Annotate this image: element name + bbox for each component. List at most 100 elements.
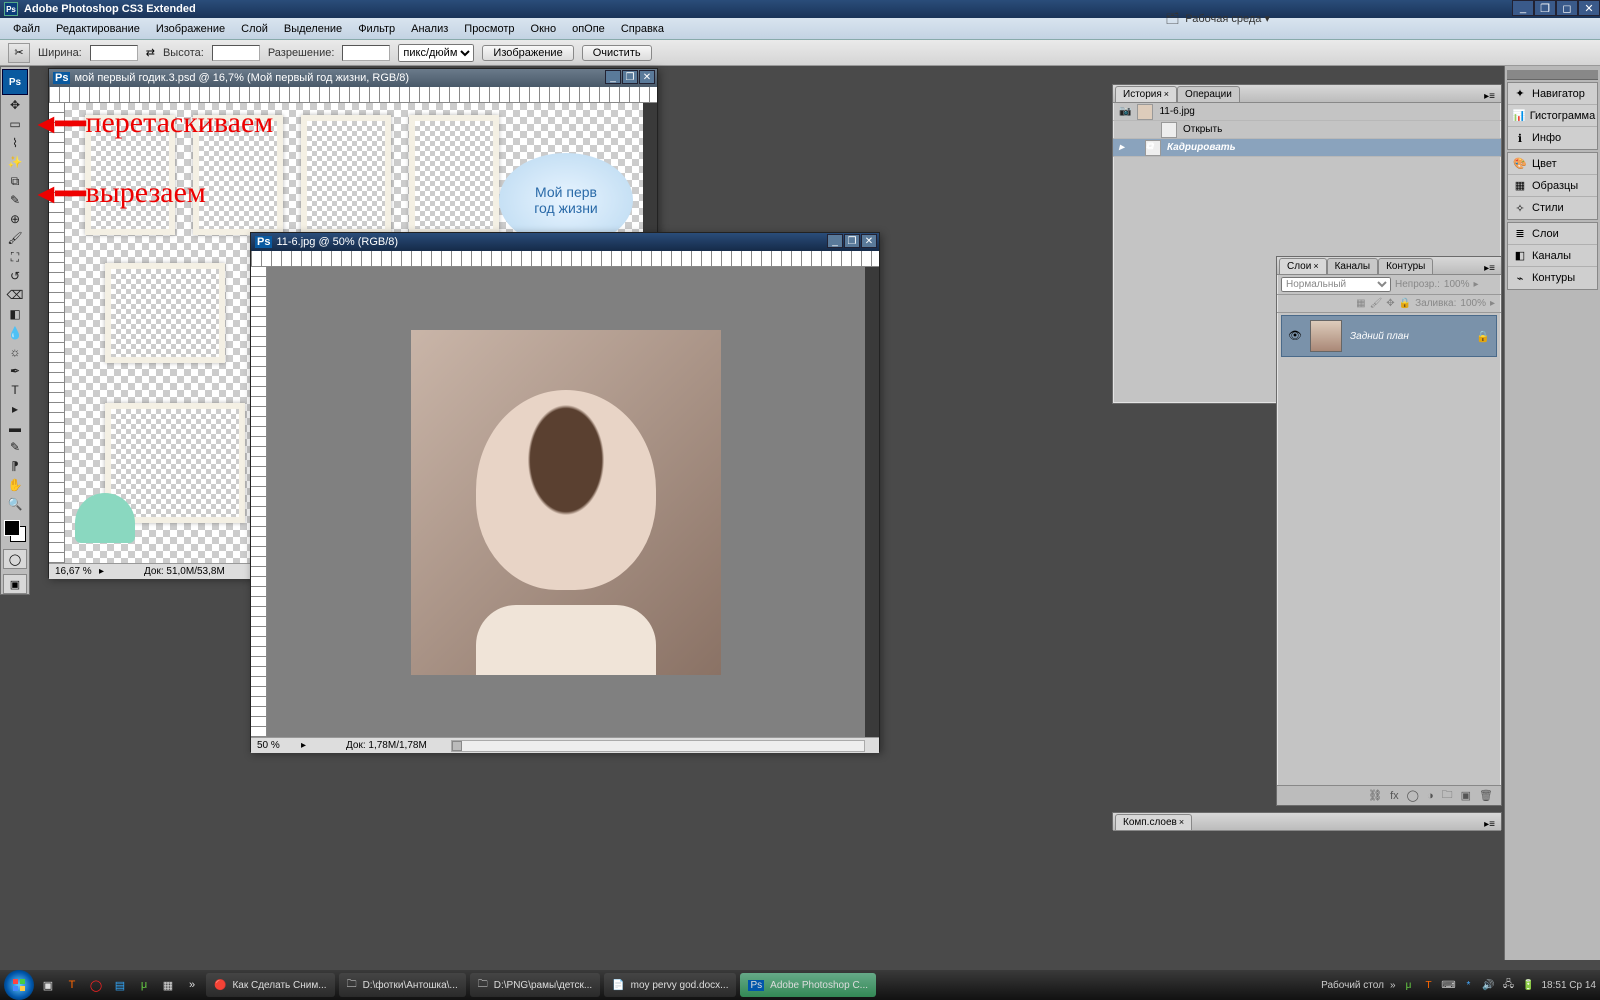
hand-tool[interactable]: ✋: [2, 476, 28, 494]
doc1-zoom[interactable]: 16,67 %: [55, 566, 99, 577]
dock-grip[interactable]: [1507, 70, 1598, 80]
swap-wh-icon[interactable]: ⇄: [146, 46, 155, 59]
layer-row-background[interactable]: 👁 Задний план 🔒: [1281, 315, 1497, 357]
zoom-tool[interactable]: 🔍: [2, 495, 28, 513]
show-desktop-button[interactable]: Рабочий стол: [1321, 980, 1384, 991]
tab-actions[interactable]: Операции: [1177, 86, 1240, 102]
marquee-tool[interactable]: ▭: [2, 115, 28, 133]
tab-layer-comps[interactable]: Комп.слоев×: [1115, 814, 1192, 830]
dodge-tool[interactable]: ☼: [2, 343, 28, 361]
lock-position-icon[interactable]: ✥: [1386, 298, 1394, 309]
resolution-input[interactable]: [342, 45, 390, 61]
path-select-tool[interactable]: ▸: [2, 400, 28, 418]
ql-icon[interactable]: T: [62, 975, 82, 995]
doc1-max-button[interactable]: ❐: [622, 70, 638, 84]
menu-onone[interactable]: опОпе: [565, 21, 612, 37]
doc1-titlebar[interactable]: Ps мой первый годик.3.psd @ 16,7% (Мой п…: [49, 69, 657, 87]
tray-battery-icon[interactable]: 🔋: [1522, 978, 1536, 992]
dock-channels[interactable]: ◧Каналы: [1508, 245, 1597, 267]
dock-styles[interactable]: ✧Стили: [1508, 197, 1597, 219]
healing-tool[interactable]: ⊕: [2, 210, 28, 228]
menu-help[interactable]: Справка: [614, 21, 671, 37]
task-item[interactable]: 📄moy pervy god.docx...: [604, 973, 736, 997]
layers-panel-menu[interactable]: ▸≡: [1480, 263, 1499, 274]
menu-analysis[interactable]: Анализ: [404, 21, 455, 37]
clear-button[interactable]: Очистить: [582, 45, 652, 61]
doc2-canvas[interactable]: [267, 267, 865, 737]
menu-image[interactable]: Изображение: [149, 21, 232, 37]
menu-view[interactable]: Просмотр: [457, 21, 521, 37]
tray-network-icon[interactable]: 🖧: [1502, 978, 1516, 992]
tab-layers[interactable]: Слои×: [1279, 258, 1327, 274]
ql-icon[interactable]: ▣: [38, 975, 58, 995]
tray-icon[interactable]: μ: [1402, 978, 1416, 992]
color-swatches[interactable]: [2, 518, 28, 544]
tab-history[interactable]: История×: [1115, 86, 1177, 102]
doc2-ruler-horizontal[interactable]: [251, 251, 879, 267]
layer-mask-icon[interactable]: ◯: [1407, 789, 1419, 802]
crop-tool[interactable]: ⧉: [2, 172, 28, 190]
tray-volume-icon[interactable]: 🔊: [1482, 978, 1496, 992]
doc1-info-icon[interactable]: ▸: [99, 566, 104, 577]
stamp-tool[interactable]: ⛶: [2, 248, 28, 266]
doc2-scrollbar-h[interactable]: [451, 740, 865, 752]
width-input[interactable]: [90, 45, 138, 61]
height-input[interactable]: [212, 45, 260, 61]
notes-tool[interactable]: ✎: [2, 438, 28, 456]
doc2-close-button[interactable]: ✕: [861, 234, 877, 248]
crop-tool-icon[interactable]: ✂: [8, 43, 30, 63]
dock-color[interactable]: 🎨Цвет: [1508, 153, 1597, 175]
document-window-2[interactable]: Ps 11-6.jpg @ 50% (RGB/8) _ ❐ ✕ 50 % ▸ Д…: [250, 232, 880, 752]
menu-select[interactable]: Выделение: [277, 21, 349, 37]
doc1-close-button[interactable]: ✕: [639, 70, 655, 84]
wand-tool[interactable]: ✨: [2, 153, 28, 171]
history-panel-menu[interactable]: ▸≡: [1480, 91, 1499, 102]
gradient-tool[interactable]: ◧: [2, 305, 28, 323]
dock-paths[interactable]: ⌁Контуры: [1508, 267, 1597, 289]
sys-max-button[interactable]: ◻: [1556, 0, 1578, 16]
tray-clock[interactable]: 18:51 Ср 14: [1542, 980, 1597, 991]
dock-info[interactable]: ℹИнфо: [1508, 127, 1597, 149]
history-source[interactable]: 📷 11-6.jpg: [1113, 103, 1501, 121]
doc2-zoom[interactable]: 50 %: [257, 740, 301, 751]
brush-tool[interactable]: 🖌: [2, 229, 28, 247]
lock-all-icon[interactable]: 🔒: [1399, 298, 1411, 309]
layer-thumbnail[interactable]: [1310, 320, 1342, 352]
link-layers-icon[interactable]: ⛓: [1368, 789, 1382, 802]
doc2-scroll-thumb[interactable]: [452, 741, 462, 751]
blend-mode-select[interactable]: Нормальный: [1281, 277, 1391, 292]
workspace-switcher[interactable]: Рабочая среда ▾: [1185, 12, 1270, 25]
type-tool[interactable]: T: [2, 381, 28, 399]
layer-name[interactable]: Задний план: [1350, 331, 1409, 342]
resolution-unit-select[interactable]: пикс/дюйм: [398, 44, 474, 62]
doc2-max-button[interactable]: ❐: [844, 234, 860, 248]
new-layer-icon[interactable]: ▣: [1461, 789, 1471, 802]
dock-navigator[interactable]: ✦Навигатор: [1508, 83, 1597, 105]
bridge-icon[interactable]: 🗂: [1165, 12, 1179, 25]
blur-tool[interactable]: 💧: [2, 324, 28, 342]
quickmask-toggle[interactable]: ◯: [3, 549, 27, 569]
shape-tool[interactable]: ▬: [2, 419, 28, 437]
history-step-open[interactable]: Открыть: [1113, 121, 1501, 139]
doc2-ruler-vertical[interactable]: [251, 267, 267, 737]
eyedropper-tool[interactable]: ⁋: [2, 457, 28, 475]
lock-pixels-icon[interactable]: 🖌: [1370, 298, 1383, 309]
menu-window[interactable]: Окно: [524, 21, 564, 37]
tray-bluetooth-icon[interactable]: *: [1462, 978, 1476, 992]
ql-expand-icon[interactable]: »: [182, 975, 202, 995]
history-step-crop[interactable]: ▸ ⧉ Кадрировать: [1113, 139, 1501, 157]
lock-transparency-icon[interactable]: ▦: [1356, 298, 1365, 309]
front-image-button[interactable]: Изображение: [482, 45, 573, 61]
delete-layer-icon[interactable]: 🗑: [1479, 789, 1493, 802]
doc2-titlebar[interactable]: Ps 11-6.jpg @ 50% (RGB/8) _ ❐ ✕: [251, 233, 879, 251]
ql-icon[interactable]: ▦: [158, 975, 178, 995]
ql-icon[interactable]: μ: [134, 975, 154, 995]
history-brush-tool[interactable]: ↺: [2, 267, 28, 285]
doc1-ruler-horizontal[interactable]: [49, 87, 657, 103]
sys-close-button[interactable]: ✕: [1578, 0, 1600, 16]
pen-tool[interactable]: ✒: [2, 362, 28, 380]
lasso-tool[interactable]: ⌇: [2, 134, 28, 152]
menu-layer[interactable]: Слой: [234, 21, 275, 37]
ql-icon[interactable]: ▤: [110, 975, 130, 995]
doc2-min-button[interactable]: _: [827, 234, 843, 248]
